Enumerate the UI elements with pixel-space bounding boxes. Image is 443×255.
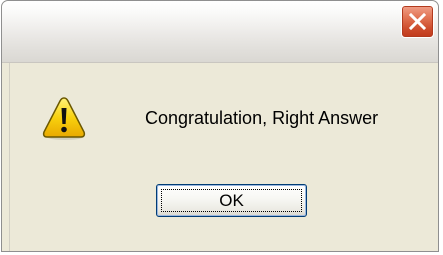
close-icon	[409, 13, 426, 30]
ok-button[interactable]: OK	[156, 184, 307, 217]
dialog-message: Congratulation, Right Answer	[145, 108, 379, 128]
ok-button-label: OK	[219, 190, 244, 210]
warning-icon	[42, 97, 86, 140]
message-dialog: Congratulation, Right Answer OK	[1, 0, 439, 252]
close-button[interactable]	[401, 5, 434, 38]
dialog-body: Congratulation, Right Answer OK	[9, 63, 438, 251]
title-bar[interactable]	[2, 1, 438, 63]
